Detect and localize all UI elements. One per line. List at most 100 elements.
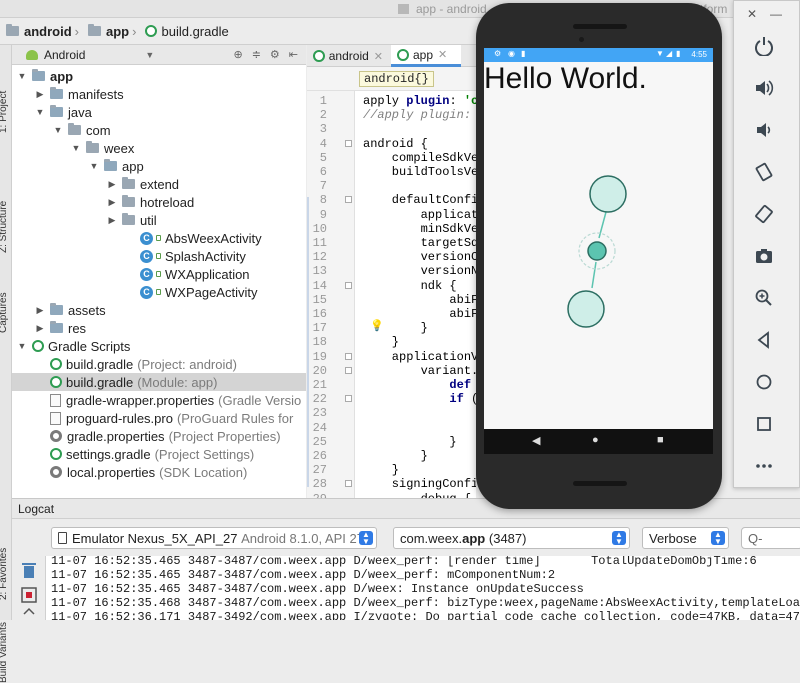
gear-icon[interactable]: ⚙ <box>270 48 280 61</box>
lightbulb-icon[interactable]: 💡 <box>370 319 384 332</box>
fold-marker-icon[interactable] <box>345 196 352 204</box>
project-view-selector[interactable]: Android <box>44 48 85 62</box>
tree-item[interactable]: local.properties (SDK Location) <box>12 463 247 481</box>
tree-item[interactable]: gradle.properties (Project Properties) <box>12 427 281 445</box>
breadcrumb-item-android[interactable]: android › <box>6 24 84 39</box>
tree-item[interactable]: ▶ extend <box>12 175 180 193</box>
tree-item-label: util <box>140 212 157 228</box>
overview-icon[interactable]: ■ <box>657 434 664 446</box>
collapse-arrow-icon[interactable]: ▶ <box>34 305 46 316</box>
line-number: 20 <box>312 363 327 378</box>
emulator-screen[interactable]: ⚙ ◉ ▮ ▼ ◢ ▮ 4:55 Hello World. ◀ ● ■ <box>484 48 713 454</box>
tree-item[interactable]: build.gradle (Project: android) <box>12 355 237 373</box>
code-editor[interactable]: apply plugin: 'co//apply plugin: ' androi… <box>355 91 476 498</box>
graph-node[interactable] <box>587 241 607 261</box>
lock-icon <box>156 253 161 259</box>
tree-item[interactable]: ▶ manifests <box>12 85 124 103</box>
minimize-icon[interactable]: — <box>770 7 782 21</box>
process-app: app <box>462 530 486 546</box>
build-variants-tool-tab[interactable]: Build Variants <box>0 613 14 683</box>
tree-item[interactable]: ▶ hotreload <box>12 193 195 211</box>
breadcrumb-item-build-gradle[interactable]: build.gradle <box>145 23 229 39</box>
expand-arrow-icon[interactable]: ▼ <box>70 143 82 153</box>
back-icon[interactable]: ◀ <box>532 434 540 447</box>
log-search-input[interactable]: Q- <box>741 527 800 549</box>
rotate-right-icon[interactable] <box>751 201 777 227</box>
fold-marker-icon[interactable] <box>345 281 352 289</box>
more-icon[interactable] <box>751 453 777 479</box>
expand-arrow-icon[interactable]: ▼ <box>16 71 28 81</box>
collapse-arrow-icon[interactable]: ▶ <box>34 89 46 100</box>
tree-item[interactable]: ▼ app <box>12 157 144 175</box>
tree-item[interactable]: C WXPageActivity <box>12 283 257 301</box>
folder-icon <box>50 87 63 99</box>
process-select[interactable]: com.weex. app (3487) ▲ ▼ <box>393 527 630 549</box>
sync-icon[interactable]: ⊕ <box>233 48 242 61</box>
home-icon[interactable] <box>751 369 777 395</box>
folder-icon <box>50 321 63 333</box>
logcat-output[interactable]: 11-07 16:52:35.465 3487-3487/com.weex.ap… <box>46 556 800 620</box>
breadcrumb-label: build.gradle <box>161 23 229 39</box>
tree-item-label: gradle.properties <box>67 428 165 444</box>
tree-item[interactable]: build.gradle (Module: app) <box>12 373 306 391</box>
fold-marker-icon[interactable] <box>345 366 352 374</box>
expand-arrow-icon[interactable]: ▼ <box>16 341 28 351</box>
hide-panel-icon[interactable]: ⇤ <box>289 48 298 61</box>
graph-node[interactable] <box>589 175 627 213</box>
close-icon[interactable]: ✕ <box>747 7 757 21</box>
tree-item[interactable]: ▼ java <box>12 103 92 121</box>
code-line: targetSdk <box>363 236 476 250</box>
tree-item[interactable]: ▼ Gradle Scripts <box>12 337 131 355</box>
tab-app[interactable]: app ✕ <box>391 45 461 67</box>
rotate-left-icon[interactable] <box>751 159 777 185</box>
camera-icon[interactable] <box>751 243 777 269</box>
graph-node[interactable] <box>567 290 605 328</box>
expand-arrow-icon[interactable]: ▼ <box>88 161 100 171</box>
tree-item-label: proguard-rules.pro <box>66 410 173 426</box>
collapse-icon[interactable]: ≑ <box>252 48 261 61</box>
chevron-down-icon[interactable]: ▼ <box>145 50 154 60</box>
close-icon[interactable]: ✕ <box>438 48 447 61</box>
zoom-icon[interactable] <box>751 285 777 311</box>
tree-item[interactable]: proguard-rules.pro (ProGuard Rules for <box>12 409 293 427</box>
code-line: def o <box>449 378 472 392</box>
tree-item[interactable]: gradle-wrapper.properties (Gradle Versio <box>12 391 301 409</box>
tree-item[interactable]: ▼ com <box>12 121 111 139</box>
log-level-select[interactable]: Verbose ▲ ▼ <box>642 527 729 549</box>
collapse-arrow-icon[interactable]: ▶ <box>106 197 118 208</box>
trash-icon[interactable] <box>12 556 46 620</box>
device-select[interactable]: Emulator Nexus_5X_API_27 Android 8.1.0, … <box>51 527 377 549</box>
collapse-arrow-icon[interactable]: ▶ <box>106 179 118 190</box>
search-placeholder: Q- <box>748 530 763 546</box>
line-number: 11 <box>312 236 327 250</box>
tree-item[interactable]: ▼ weex <box>12 139 135 157</box>
tree-item[interactable]: ▶ res <box>12 319 87 337</box>
tree-item-label: build.gradle <box>66 374 134 390</box>
tree-item[interactable]: ▼ app <box>12 67 74 85</box>
tree-item[interactable]: C WXApplication <box>12 265 250 283</box>
close-icon[interactable]: ✕ <box>374 50 383 63</box>
expand-arrow-icon[interactable]: ▼ <box>34 107 46 117</box>
power-icon[interactable] <box>751 33 777 59</box>
overview-icon[interactable] <box>751 411 777 437</box>
collapse-arrow-icon[interactable]: ▶ <box>34 323 46 334</box>
volume-down-icon[interactable] <box>751 117 777 143</box>
tab-android[interactable]: android ✕ <box>307 45 389 67</box>
tree-item[interactable]: settings.gradle (Project Settings) <box>12 445 254 463</box>
volume-up-icon[interactable] <box>751 75 777 101</box>
tree-item-label: assets <box>68 302 106 318</box>
fold-marker-icon[interactable] <box>345 395 352 403</box>
home-icon[interactable]: ● <box>592 434 599 446</box>
tree-item[interactable]: C AbsWeexActivity <box>12 229 262 247</box>
scope-pill[interactable]: android{} <box>359 71 434 87</box>
fold-marker-icon[interactable] <box>345 352 352 360</box>
collapse-arrow-icon[interactable]: ▶ <box>106 215 118 226</box>
tree-item[interactable]: C SplashActivity <box>12 247 246 265</box>
breadcrumb-item-app[interactable]: app › <box>88 24 141 39</box>
fold-marker-icon[interactable] <box>345 480 352 488</box>
tree-item[interactable]: ▶ assets <box>12 301 106 319</box>
fold-marker-icon[interactable] <box>345 139 352 147</box>
back-icon[interactable] <box>751 327 777 353</box>
tree-item[interactable]: ▶ util <box>12 211 157 229</box>
expand-arrow-icon[interactable]: ▼ <box>52 125 64 135</box>
